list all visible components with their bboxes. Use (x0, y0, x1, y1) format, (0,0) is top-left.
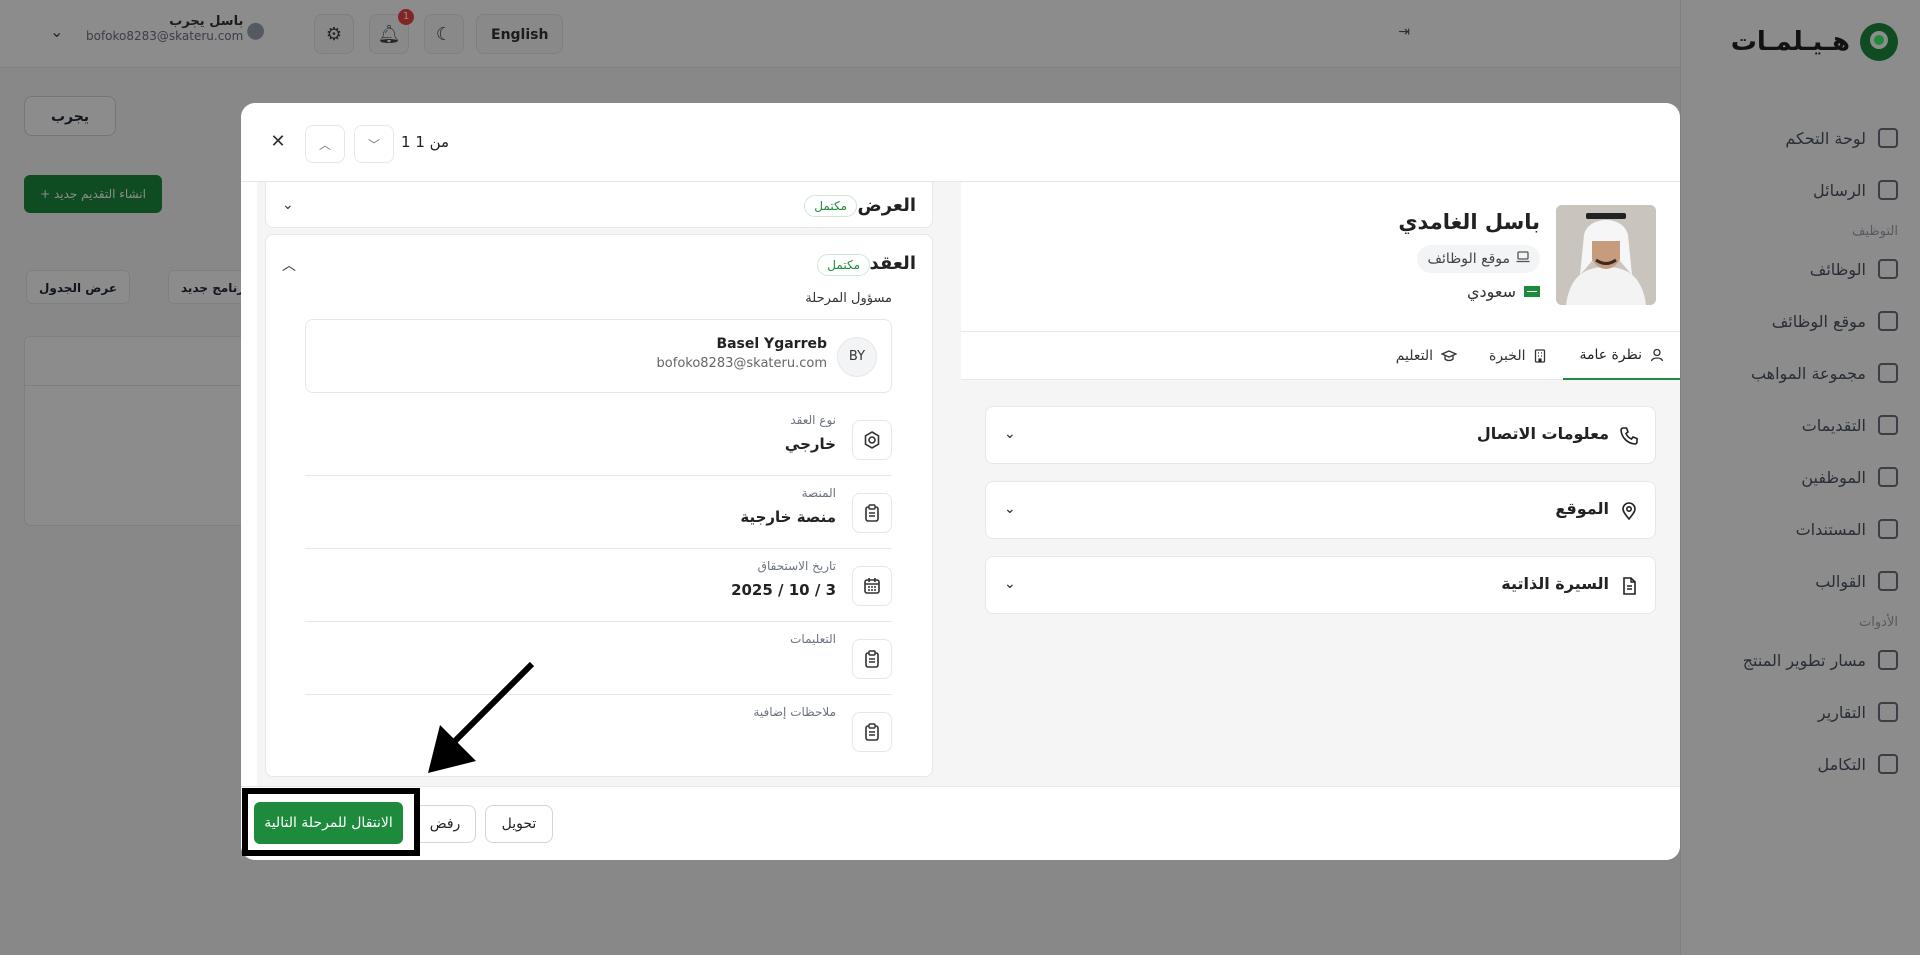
candidate-name: باسل الغامدي (1398, 210, 1540, 234)
clipboard-icon (852, 493, 892, 533)
tab-label: التعليم (1395, 348, 1433, 364)
field-label: المنصة (801, 486, 836, 500)
offer-stage-card[interactable]: العرض مكتمل ⌄ (265, 182, 933, 228)
chevron-down-icon[interactable]: ⌄ (282, 197, 294, 213)
tab-education[interactable]: التعليم (1380, 332, 1473, 380)
accordion-label: معلومات الاتصال (1476, 424, 1609, 443)
building-icon (1535, 349, 1546, 363)
field-value: خارجي (784, 435, 836, 453)
field-due-date: تاريخ الاستحقاق 3 / 10 / 2025 (305, 549, 892, 622)
clipboard-icon (852, 712, 892, 752)
field-label: ملاحظات إضافية (753, 705, 836, 719)
modal-footer: الانتقال للمرحلة التالية رفض تحويل (241, 786, 1680, 860)
owner-avatar: BY (837, 337, 877, 377)
candidate-pane: باسل الغامدي موقع الوظائف سعودي نظرة عام… (961, 182, 1680, 786)
settings-icon (852, 420, 892, 460)
clipboard-icon (852, 639, 892, 679)
accordion-label: الموقع (1555, 499, 1609, 518)
saudi-flag-icon (1524, 286, 1540, 297)
candidate-tabs: نظرة عامة الخبرة التعليم (961, 332, 1680, 380)
field-value: منصة خارجية (740, 508, 836, 526)
annotation-highlight-box (242, 788, 420, 856)
calendar-icon (852, 566, 892, 606)
annotation-arrow-icon (428, 661, 535, 773)
offer-stage-title: العرض (857, 195, 917, 216)
chevron-down-icon: ⌄ (1004, 426, 1016, 442)
contract-stage-title: العقد (869, 253, 916, 274)
candidate-profile: باسل الغامدي موقع الوظائف سعودي (961, 182, 1680, 332)
reject-button[interactable]: رفض (414, 805, 476, 843)
close-icon[interactable]: ✕ (267, 131, 289, 153)
field-value: 3 / 10 / 2025 (731, 581, 836, 599)
nationality-value: سعودي (1466, 282, 1516, 301)
chevron-up-icon: ︿ (318, 137, 331, 152)
tab-experience[interactable]: الخبرة (1473, 332, 1563, 380)
stage-owner-card: BY Basel Ygarreb bofoko8283@skateru.com (305, 319, 892, 393)
tab-label: الخبرة (1489, 348, 1526, 364)
stages-pane: العرض مكتمل ⌄ العقد مكتمل ︿ مسؤول المرحل… (257, 182, 1037, 786)
graduation-cap-icon (1441, 350, 1457, 362)
chevron-down-icon: ﹀ (367, 137, 380, 152)
candidate-source: موقع الوظائف (1427, 251, 1510, 267)
accordion-label: السيرة الذاتية (1501, 574, 1609, 593)
accordion-resume[interactable]: السيرة الذاتية ⌄ (985, 556, 1656, 614)
tab-label: نظرة عامة (1579, 347, 1642, 363)
pager: 1 من 1 (401, 133, 450, 151)
field-label: التعليمات (790, 632, 836, 646)
field-contract-type: نوع العقد خارجي (305, 403, 892, 476)
field-label: تاريخ الاستحقاق (757, 559, 836, 573)
phone-icon (1620, 427, 1638, 445)
chevron-up-icon[interactable]: ︿ (282, 255, 296, 275)
candidate-source-badge: موقع الوظائف (1417, 245, 1540, 273)
contract-stage-card: العقد مكتمل ︿ مسؤول المرحلة BY Basel Yga… (265, 234, 933, 777)
field-platform: المنصة منصة خارجية (305, 476, 892, 549)
offer-status-badge: مكتمل (804, 195, 857, 217)
laptop-icon (1516, 245, 1530, 273)
owner-name: Basel Ygarreb (716, 336, 827, 352)
next-candidate-button[interactable]: ﹀ (354, 125, 394, 163)
owner-email: bofoko8283@skateru.com (656, 356, 827, 371)
chevron-down-icon: ⌄ (1004, 576, 1016, 592)
candidate-nationality: سعودي (1467, 282, 1540, 301)
chevron-down-icon: ⌄ (1004, 501, 1016, 517)
user-icon (1650, 348, 1664, 362)
accordion-location[interactable]: الموقع ⌄ (985, 481, 1656, 539)
field-notes: ملاحظات إضافية (305, 695, 892, 768)
field-label: نوع العقد (790, 413, 836, 427)
stage-owner-label: مسؤول المرحلة (805, 291, 892, 306)
field-instructions: التعليمات (305, 622, 892, 695)
location-pin-icon (1622, 502, 1636, 521)
tab-overview[interactable]: نظرة عامة (1563, 332, 1680, 380)
modal-header: ✕ ︿ ﹀ 1 من 1 (241, 103, 1680, 182)
transfer-button[interactable]: تحويل (485, 805, 553, 843)
document-icon (1623, 577, 1636, 595)
previous-candidate-button[interactable]: ︿ (305, 125, 345, 163)
candidate-photo (1556, 205, 1656, 305)
accordion-contact-info[interactable]: معلومات الاتصال ⌄ (985, 406, 1656, 464)
contract-status-badge: مكتمل (817, 254, 870, 276)
